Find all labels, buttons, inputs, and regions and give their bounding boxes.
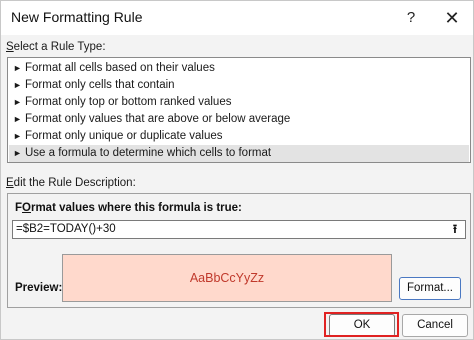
cancel-button[interactable]: Cancel [402,314,468,337]
rule-type-item[interactable]: ► Format only top or bottom ranked values [9,94,469,111]
rule-type-item[interactable]: ► Format all cells based on their values [9,60,469,77]
arrow-right-icon: ► [13,131,22,141]
title-bar: New Formatting Rule ? ✕ [1,1,473,35]
arrow-right-icon: ► [13,114,22,124]
new-formatting-rule-dialog: New Formatting Rule ? ✕ Select a Rule Ty… [0,0,474,340]
rule-description-panel: FOrmat values where this formula is true… [7,193,471,308]
arrow-right-icon: ► [13,63,22,73]
arrow-right-icon: ► [13,148,22,158]
help-icon[interactable]: ? [399,6,423,30]
preview-label: Preview: [15,282,63,294]
ok-button[interactable]: OK [329,314,395,337]
dialog-title: New Formatting Rule [11,9,143,25]
rule-type-item[interactable]: ► Format only values that are above or be… [9,111,469,128]
rule-type-item-selected[interactable]: ► Use a formula to determine which cells … [9,145,469,162]
rule-type-item[interactable]: ► Format only unique or duplicate values [9,128,469,145]
rule-type-item[interactable]: ► Format only cells that contain [9,77,469,94]
arrow-right-icon: ► [13,97,22,107]
rule-description-label: Edit the Rule Description: [6,177,136,189]
formula-heading: FOrmat values where this formula is true… [15,202,242,214]
formula-input[interactable]: =$B2=TODAY()+30 ⭱ [12,220,466,239]
close-icon[interactable]: ✕ [438,6,466,30]
format-preview: AaBbCcYyZz [62,254,392,302]
format-button[interactable]: Format... [399,277,461,300]
formula-value: =$B2=TODAY()+30 [16,223,116,235]
arrow-right-icon: ► [13,80,22,90]
rule-type-list[interactable]: ► Format all cells based on their values … [7,57,471,163]
collapse-dialog-icon[interactable]: ⭱ [446,221,464,238]
rule-type-label: Select a Rule Type: [6,41,106,53]
